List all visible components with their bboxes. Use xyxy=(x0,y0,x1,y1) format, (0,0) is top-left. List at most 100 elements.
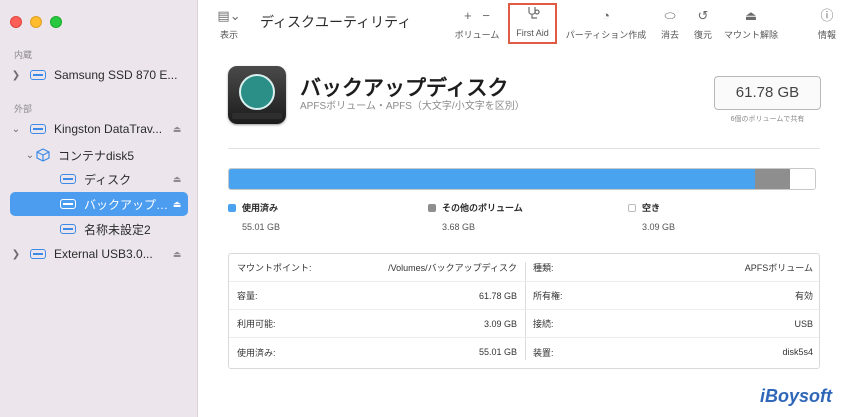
info-right-column: 種類: APFSボリューム 所有権: 有効 接続: USB 装置: disk5s4 xyxy=(525,254,821,366)
partition-button[interactable]: ◔ パーティション作成 xyxy=(562,6,650,41)
info-left-column: マウントポイント: /Volumes/バックアップディスク 容量: 61.78 GB… xyxy=(229,254,525,366)
sidebar-item-label: External USB3.0... xyxy=(54,247,153,261)
info-key: 所有権: xyxy=(533,291,563,301)
volume-size-box: 61.78 GB xyxy=(714,76,821,110)
divider xyxy=(228,148,820,149)
info-value: APFSボリューム xyxy=(744,263,813,273)
info-key: 装置: xyxy=(533,347,554,358)
info-key: マウントポイント: xyxy=(237,263,312,273)
sidebar-item-external-usb[interactable]: ❯ External USB3.0... ⏏ xyxy=(10,242,188,266)
info-key: 接続: xyxy=(533,319,554,329)
sidebar-item-container[interactable]: ⌄ コンテナdisk5 xyxy=(10,143,188,167)
remove-icon[interactable]: − xyxy=(482,8,490,23)
legend-value: 55.01 GB xyxy=(242,222,281,232)
drive-icon xyxy=(30,249,46,259)
info-value: 55.01 GB xyxy=(478,347,517,357)
erase-icon: ⬭ xyxy=(664,8,676,23)
info-key: 利用可能: xyxy=(237,319,276,329)
legend-swatch xyxy=(428,203,436,212)
brand-watermark: iBoysoft xyxy=(760,386,832,406)
info-value: /Volumes/バックアップディスク xyxy=(388,263,517,273)
info-icon: ⓘ xyxy=(820,8,834,23)
window-title: ディスクユーティリティ xyxy=(260,14,412,30)
stethoscope-icon xyxy=(510,6,555,26)
info-value: disk5s4 xyxy=(782,347,813,357)
volume-icon xyxy=(60,199,76,209)
time-machine-disk-icon xyxy=(228,66,286,124)
volume-icon xyxy=(60,224,76,234)
window-controls xyxy=(10,16,62,28)
close-button[interactable] xyxy=(10,16,22,28)
chevron-right-icon[interactable]: ❯ xyxy=(10,70,22,81)
sidebar-item-disk[interactable]: ディスク ⏏ xyxy=(10,167,188,191)
chevron-down-icon[interactable]: ⌄ xyxy=(24,150,36,161)
eject-icon: ⏏ xyxy=(744,8,758,23)
eject-icon[interactable]: ⏏ xyxy=(170,199,184,210)
unmount-button[interactable]: ⏏ マウント解除 xyxy=(720,6,782,41)
section-external-label: 外部 xyxy=(14,104,33,114)
info-label: 情報 xyxy=(817,30,836,40)
firstaid-button[interactable]: First Aid xyxy=(510,6,555,38)
sidebar: 内蔵 ❯ Samsung SSD 870 E... 外部 ⌄ Kingston … xyxy=(0,0,198,417)
info-key: 使用済み: xyxy=(237,347,276,358)
eject-icon[interactable]: ⏏ xyxy=(170,249,184,260)
info-row-connection: 接続: USB xyxy=(525,310,821,338)
view-label: 表示 xyxy=(219,30,238,40)
legend-swatch xyxy=(228,203,236,212)
volume-subtitle: APFSボリューム・APFS（大文字/小文字を区別） xyxy=(300,101,525,112)
info-value: 有効 xyxy=(794,291,813,301)
erase-label: 消去 xyxy=(660,30,679,40)
sidebar-item-label: Samsung SSD 870 E... xyxy=(54,68,178,82)
sidebar-item-label: コンテナdisk5 xyxy=(58,148,135,163)
sidebar-item-label: バックアップ… xyxy=(84,197,169,212)
drive-icon xyxy=(30,70,46,80)
info-row-ownership: 所有権: 有効 xyxy=(525,282,821,310)
info-table: マウントポイント: /Volumes/バックアップディスク 容量: 61.78 GB… xyxy=(228,253,821,369)
shared-note: 6個のボリュームで共有 xyxy=(730,116,805,123)
partition-label: パーティション作成 xyxy=(565,30,647,40)
sidebar-item-label: 名称未設定2 xyxy=(84,222,151,237)
sidebar-item-label: ディスク xyxy=(84,172,132,187)
erase-button[interactable]: ⬭ 消去 xyxy=(656,6,684,41)
legend-label: 空き xyxy=(642,203,661,213)
volume-button[interactable]: + − ボリューム xyxy=(452,6,502,41)
info-row-mount: マウントポイント: /Volumes/バックアップディスク xyxy=(229,254,525,282)
view-button[interactable]: ▤⌄ 表示 xyxy=(214,6,244,41)
sidebar-item-samsung[interactable]: ❯ Samsung SSD 870 E... xyxy=(10,63,188,87)
sidebar-item-untitled2[interactable]: 名称未設定2 xyxy=(10,217,188,241)
usage-free-segment xyxy=(789,169,815,189)
drive-icon xyxy=(30,124,46,134)
add-remove-icon: + − xyxy=(452,6,502,26)
restore-label: 復元 xyxy=(693,30,712,40)
sidebar-item-kingston[interactable]: ⌄ Kingston DataTrav... ⏏ xyxy=(10,117,188,141)
add-icon[interactable]: + xyxy=(464,8,472,23)
volume-label: ボリューム xyxy=(454,30,500,40)
firstaid-label: First Aid xyxy=(516,28,549,38)
info-button[interactable]: ⓘ 情報 xyxy=(812,6,842,41)
info-row-available: 利用可能: 3.09 GB xyxy=(229,310,525,338)
info-row-used: 使用済み: 55.01 GB xyxy=(229,338,525,366)
legend-label: その他のボリューム xyxy=(442,203,523,213)
pie-icon: ◔ xyxy=(602,8,610,23)
legend-value: 3.09 GB xyxy=(642,222,676,232)
info-row-type: 種類: APFSボリューム xyxy=(525,254,821,282)
eject-icon[interactable]: ⏏ xyxy=(170,124,184,135)
eject-icon[interactable]: ⏏ xyxy=(170,174,184,185)
info-row-capacity: 容量: 61.78 GB xyxy=(229,282,525,310)
sidebar-item-backup[interactable]: バックアップ… ⏏ xyxy=(10,192,188,216)
minimize-button[interactable] xyxy=(30,16,42,28)
volume-icon xyxy=(60,174,76,184)
legend-used: 使用済み 55.01 GB xyxy=(228,201,280,232)
container-cube-icon xyxy=(36,148,50,162)
section-internal-label: 内蔵 xyxy=(14,50,33,60)
info-value: 3.09 GB xyxy=(483,318,517,329)
chevron-down-icon[interactable]: ⌄ xyxy=(10,124,22,135)
info-value: USB xyxy=(794,318,813,329)
info-key: 容量: xyxy=(237,291,258,301)
info-row-device: 装置: disk5s4 xyxy=(525,338,821,366)
restore-button[interactable]: ↺ 復元 xyxy=(690,6,716,41)
chevron-right-icon[interactable]: ❯ xyxy=(10,249,22,260)
zoom-button[interactable] xyxy=(50,16,62,28)
sidebar-item-label: Kingston DataTrav... xyxy=(54,122,163,136)
restore-icon: ↺ xyxy=(697,8,709,23)
